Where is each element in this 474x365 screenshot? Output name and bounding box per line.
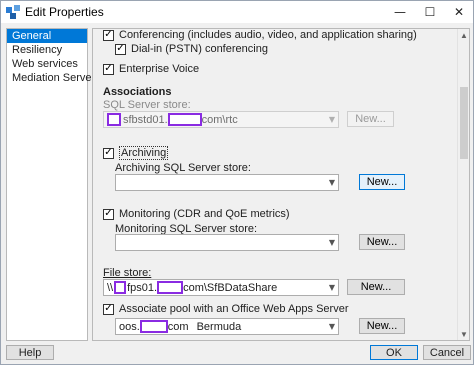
- owas-value-suffix: com: [167, 320, 189, 333]
- conferencing-option[interactable]: ✓ Conferencing (includes audio, video, a…: [103, 29, 417, 42]
- owas-option[interactable]: ✓ Associate pool with an Office Web Apps…: [103, 302, 349, 316]
- archiving-checkbox[interactable]: ✓: [103, 147, 114, 159]
- scroll-up-icon[interactable]: ▲: [458, 29, 469, 41]
- sql-store-value-prefix: sfbstd01.: [123, 113, 168, 126]
- owas-site: Bermuda: [196, 320, 242, 333]
- scroll-thumb[interactable]: [460, 87, 468, 159]
- archiving-new-button[interactable]: New...: [359, 174, 405, 190]
- nav-item-mediation-server[interactable]: Mediation Server: [7, 71, 95, 85]
- close-button[interactable]: ✕: [444, 1, 474, 23]
- redaction-box: [139, 320, 168, 333]
- redaction-box: [107, 113, 121, 126]
- associations-heading: Associations: [103, 86, 172, 98]
- conferencing-checkbox[interactable]: ✓: [103, 29, 114, 41]
- cancel-button[interactable]: Cancel: [423, 345, 471, 360]
- dialin-checkbox[interactable]: ✓: [115, 43, 126, 55]
- conferencing-label: Conferencing (includes audio, video, and…: [119, 29, 417, 41]
- title-bar: Edit Properties — ☐ ✕: [1, 1, 473, 23]
- chevron-down-icon: ▼: [328, 283, 335, 292]
- help-button[interactable]: Help: [6, 345, 54, 360]
- owas-checkbox[interactable]: ✓: [103, 303, 114, 315]
- ok-button[interactable]: OK: [370, 345, 418, 360]
- sql-new-button[interactable]: New...: [347, 111, 394, 127]
- sql-store-label: SQL Server store:: [103, 99, 191, 111]
- monitoring-new-button[interactable]: New...: [359, 234, 405, 250]
- redaction-box: [114, 281, 127, 294]
- window-title: Edit Properties: [25, 5, 104, 19]
- archiving-option[interactable]: ✓ Archiving: [103, 146, 169, 160]
- dialin-label: Dial-in (PSTN) conferencing: [131, 43, 268, 55]
- file-store-label: File store:: [103, 267, 152, 279]
- owas-label: Associate pool with an Office Web Apps S…: [119, 303, 349, 315]
- scroll-down-icon[interactable]: ▼: [458, 328, 469, 340]
- chevron-down-icon: ▼: [328, 238, 335, 247]
- owas-combo[interactable]: oos. com Bermuda ▼: [115, 318, 339, 335]
- owas-value-prefix: oos.: [119, 320, 140, 333]
- enterprise-voice-label: Enterprise Voice: [119, 63, 200, 75]
- file-store-new-button[interactable]: New...: [347, 279, 405, 295]
- dialin-option[interactable]: ✓ Dial-in (PSTN) conferencing: [115, 42, 268, 56]
- file-store-combo[interactable]: \\ fps01. com\SfBDataShare ▼: [103, 279, 339, 296]
- archiving-label: Archiving: [119, 146, 169, 160]
- monitoring-option[interactable]: ✓ Monitoring (CDR and QoE metrics): [103, 207, 290, 221]
- monitoring-store-combo[interactable]: ▼: [115, 234, 339, 251]
- maximize-button[interactable]: ☐: [415, 1, 445, 23]
- archiving-store-label: Archiving SQL Server store:: [115, 162, 251, 174]
- enterprise-voice-option[interactable]: ✓ Enterprise Voice: [103, 62, 199, 76]
- monitoring-label: Monitoring (CDR and QoE metrics): [119, 208, 290, 220]
- enterprise-voice-checkbox[interactable]: ✓: [103, 63, 114, 75]
- file-store-value-prefix: fps01.: [127, 281, 158, 294]
- chevron-down-icon: ▼: [328, 115, 335, 124]
- chevron-down-icon: ▼: [328, 322, 335, 331]
- app-icon: [6, 5, 20, 19]
- edit-properties-window: Edit Properties — ☐ ✕ General Resiliency…: [0, 0, 474, 365]
- nav-item-general[interactable]: General: [7, 29, 87, 43]
- properties-panel: ✓ Conferencing (includes audio, video, a…: [92, 28, 470, 341]
- monitoring-checkbox[interactable]: ✓: [103, 208, 114, 220]
- redaction-box: [167, 113, 202, 126]
- file-store-prefix: \\: [107, 281, 114, 294]
- nav-item-resiliency[interactable]: Resiliency: [7, 43, 87, 57]
- nav-item-web-services[interactable]: Web services: [7, 57, 87, 71]
- redaction-box: [157, 281, 184, 294]
- archiving-store-combo[interactable]: ▼: [115, 174, 339, 191]
- navigation-list: General Resiliency Web services Mediatio…: [6, 28, 95, 341]
- chevron-down-icon: ▼: [328, 178, 335, 187]
- sql-store-combo[interactable]: sfbstd01. com\rtc ▼: [103, 111, 339, 128]
- vertical-scrollbar[interactable]: ▲ ▼: [457, 29, 469, 340]
- owas-new-button[interactable]: New...: [359, 318, 405, 334]
- minimize-button[interactable]: —: [385, 1, 415, 23]
- file-store-value-suffix: com\SfBDataShare: [183, 281, 278, 294]
- sql-store-value-suffix: com\rtc: [201, 113, 238, 126]
